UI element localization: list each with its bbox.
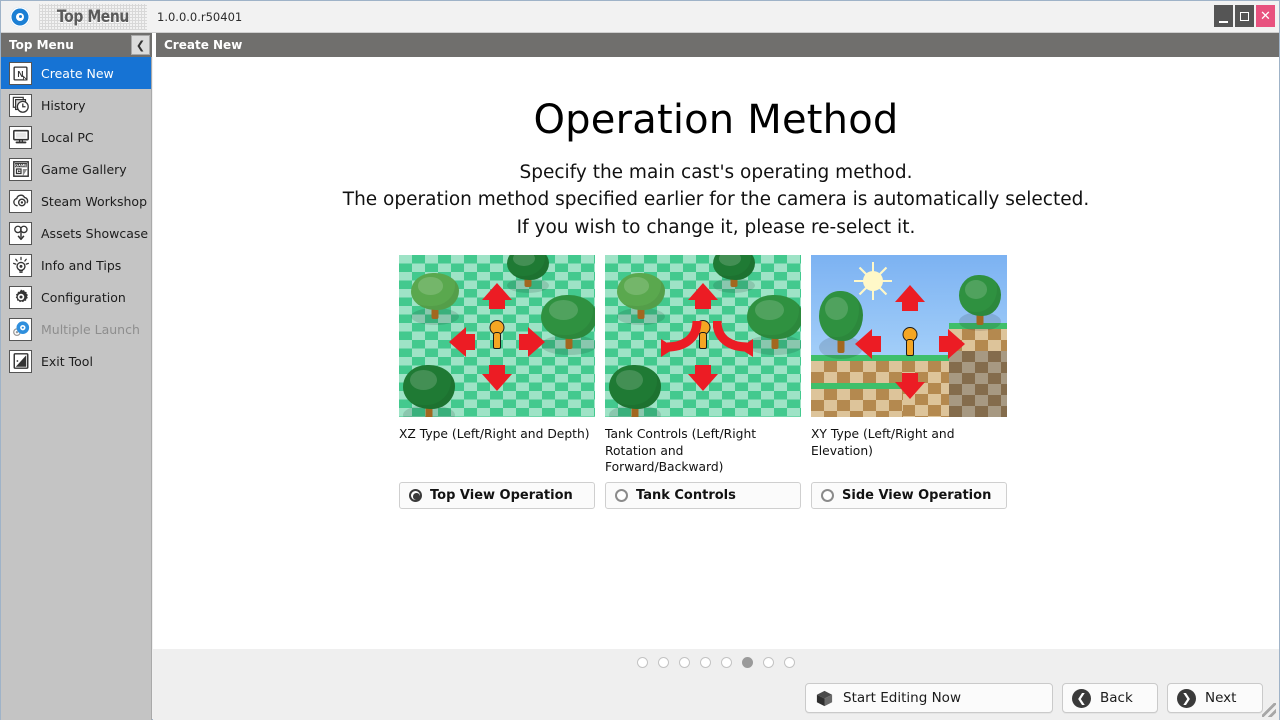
top-down-grass-scene[interactable] [399,255,595,417]
back-label: Back [1100,690,1133,706]
page-dot-2[interactable] [658,657,669,668]
side-view-platform-scene[interactable] [811,255,1007,417]
radio-top-view-operation[interactable]: Top View Operation [399,482,595,509]
breadcrumb: Create New [156,33,1279,57]
app-wordmark: Top Menu [39,4,147,30]
top-down-tank-scene[interactable] [605,255,801,417]
clock-history-icon [9,94,32,117]
cloud-steam-icon [9,190,32,213]
page-dot-7[interactable] [763,657,774,668]
sidebar-item-exit-tool[interactable]: Exit Tool [1,345,151,377]
option-card-1: XZ Type (Left/Right and Depth) Top View O… [399,255,595,509]
sidebar-item-label: Assets Showcase [41,226,148,241]
svg-text:GAME: GAME [15,163,27,168]
sidebar-header-title: Top Menu [9,38,74,52]
radio-indicator-icon [409,489,422,502]
sidebar-item-info-and-tips[interactable]: Info and Tips [1,249,151,281]
game-gallery-icon: GAME [9,158,32,181]
sidebar-item-label: Configuration [41,290,126,305]
start-editing-now-label: Start Editing Now [843,690,961,706]
page-dot-4[interactable] [700,657,711,668]
option-caption: XY Type (Left/Right and Elevation) [811,426,1007,478]
sidebar-item-configuration[interactable]: Configuration [1,281,151,313]
sidebar-item-steam-workshop[interactable]: Steam Workshop [1,185,151,217]
sidebar-item-assets-showcase[interactable]: Assets Showcase [1,217,151,249]
page-dot-6[interactable] [742,657,753,668]
page-description: Specify the main cast's operating method… [153,159,1279,241]
cube-icon [815,689,834,708]
version-text: 1.0.0.0.r50401 [157,10,242,24]
sub-bar: Top Menu ❮ Create New [1,33,1279,57]
page-dot-1[interactable] [637,657,648,668]
close-button[interactable]: ✕ [1256,5,1275,27]
description-line-3: If you wish to change it, please re-sele… [153,214,1279,241]
back-button[interactable]: ❮ Back [1062,683,1158,713]
desktop-pc-icon [9,126,32,149]
sidebar-collapse-button[interactable]: ❮ [131,35,150,55]
sidebar-item-label: Game Gallery [41,162,127,177]
sidebar-header: Top Menu ❮ [1,33,152,57]
sidebar-item-local-pc[interactable]: Local PC [1,121,151,153]
next-label: Next [1205,690,1236,706]
radio-tank-controls[interactable]: Tank Controls [605,482,801,509]
page-dot-5[interactable] [721,657,732,668]
new-document-icon: N [9,62,32,85]
circle-arrow-left-icon: ❮ [1072,689,1091,708]
resize-grip-icon[interactable] [1262,703,1276,717]
option-caption: XZ Type (Left/Right and Depth) [399,426,595,478]
gear-icon [9,286,32,309]
multi-launch-icon [9,318,32,341]
main-content: Operation Method Specify the main cast's… [153,57,1279,649]
sidebar-item-label: Multiple Launch [41,322,140,337]
start-editing-now-button[interactable]: Start Editing Now [805,683,1053,713]
option-card-3: XY Type (Left/Right and Elevation) Side V… [811,255,1007,509]
footer-button-bar: Start Editing Now ❮ Back ❯ Next [153,676,1279,720]
radio-label: Top View Operation [430,488,573,503]
svg-text:N: N [17,68,23,78]
sidebar-item-multiple-launch: Multiple Launch [1,313,151,345]
footer: Start Editing Now ❮ Back ❯ Next [153,649,1279,720]
circle-arrow-right-icon: ❯ [1177,689,1196,708]
operation-method-options: XZ Type (Left/Right and Depth) Top View O… [399,255,1009,509]
next-button[interactable]: ❯ Next [1167,683,1263,713]
sidebar-item-label: Exit Tool [41,354,93,369]
assets-download-icon [9,222,32,245]
page-title: Operation Method [153,97,1279,143]
app-name-text: Top Menu [57,7,129,27]
radio-label: Side View Operation [842,488,991,503]
lightbulb-icon [9,254,32,277]
sidebar-item-create-new[interactable]: N Create New [1,57,151,89]
description-line-2: The operation method specified earlier f… [153,186,1279,213]
sidebar-item-label: History [41,98,85,113]
page-indicator-dots [153,657,1279,668]
radio-indicator-icon [615,489,628,502]
title-bar: Top Menu 1.0.0.0.r50401 ✕ [1,1,1279,33]
option-caption: Tank Controls (Left/Right Rotation and F… [605,426,801,478]
page-dot-3[interactable] [679,657,690,668]
description-line-1: Specify the main cast's operating method… [153,159,1279,186]
page-dot-8[interactable] [784,657,795,668]
window-controls: ✕ [1214,5,1275,27]
minimize-button[interactable] [1214,5,1233,27]
app-window: Top Menu 1.0.0.0.r50401 ✕ Top Menu ❮ Cre… [0,0,1280,720]
radio-indicator-icon [821,489,834,502]
sidebar-item-label: Info and Tips [41,258,121,273]
sidebar-nav: N Create New History Local PC GAME Game Galle… [1,57,152,720]
radio-label: Tank Controls [636,488,736,503]
sidebar-item-label: Local PC [41,130,94,145]
radio-side-view-operation[interactable]: Side View Operation [811,482,1007,509]
option-card-2: Tank Controls (Left/Right Rotation and F… [605,255,801,509]
exit-door-icon [9,350,32,373]
breadcrumb-label: Create New [164,38,242,52]
sidebar-item-game-gallery[interactable]: GAME Game Gallery [1,153,151,185]
sidebar-item-label: Create New [41,66,114,81]
maximize-button[interactable] [1235,5,1254,27]
app-logo-icon [9,6,31,28]
sidebar-item-label: Steam Workshop [41,194,147,209]
sidebar-item-history[interactable]: History [1,89,151,121]
